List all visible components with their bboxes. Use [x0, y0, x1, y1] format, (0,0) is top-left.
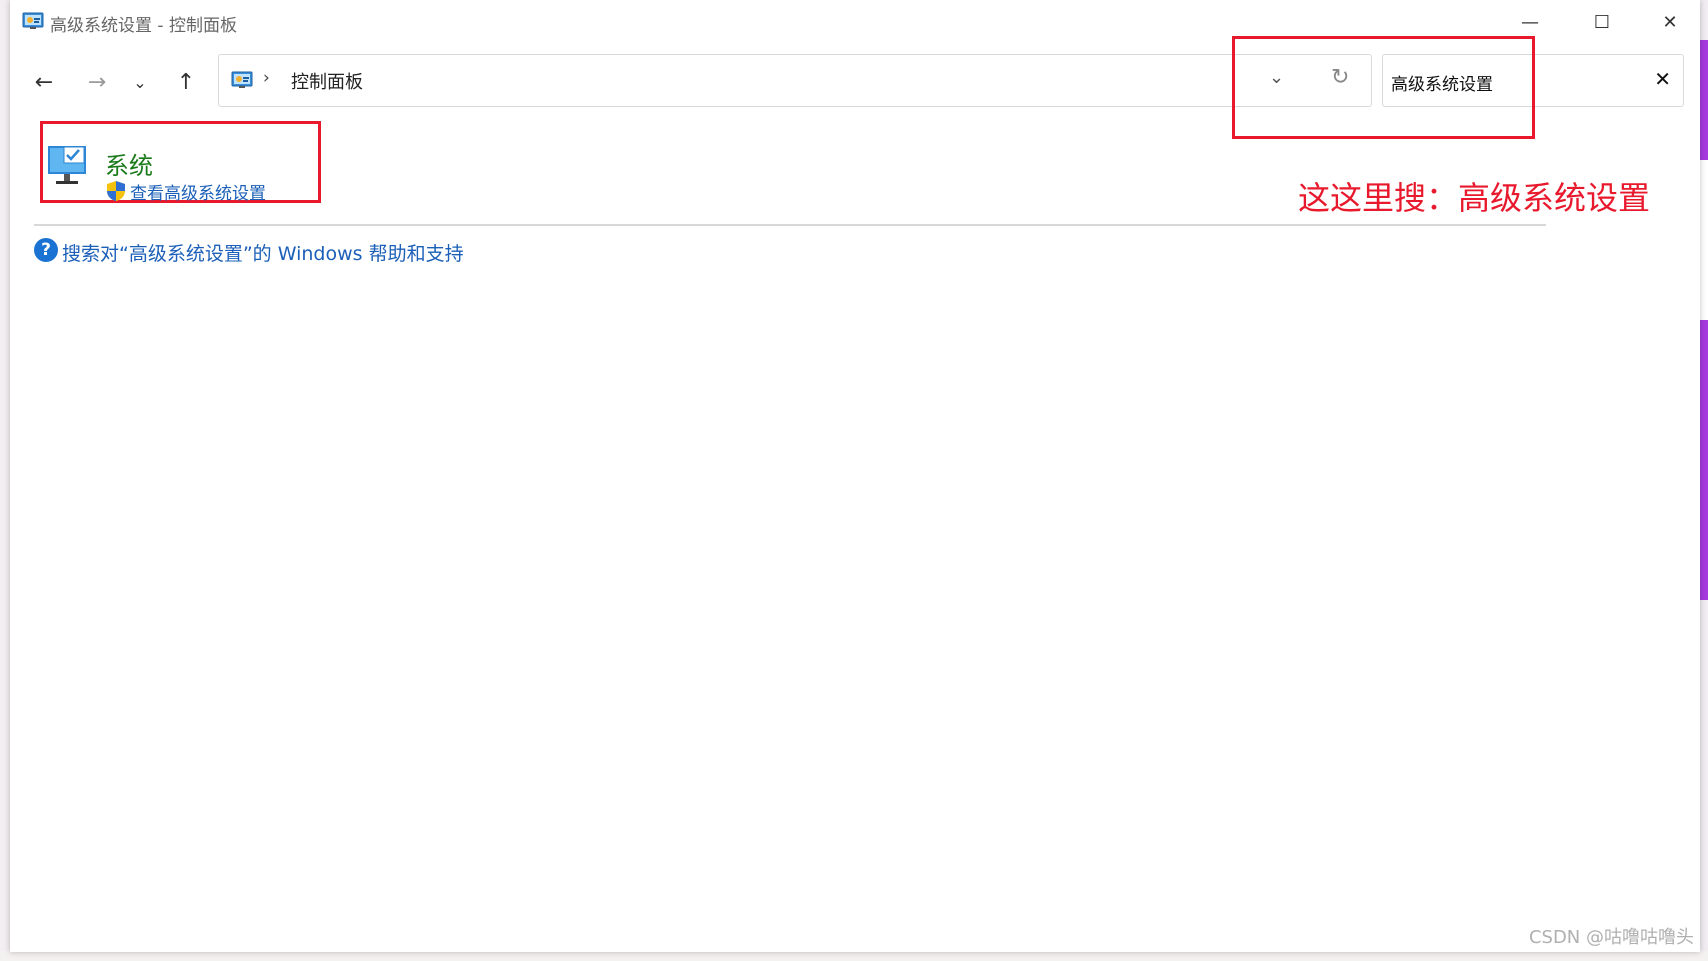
search-result-item[interactable]: 系统 查看高级系统设置	[46, 134, 346, 214]
close-button[interactable]: ✕	[1647, 6, 1693, 38]
clear-search-icon[interactable]: ✕	[1654, 67, 1671, 91]
background-page-bottom	[0, 951, 1708, 961]
window-title: 高级系统设置 - 控制面板	[50, 16, 237, 36]
control-panel-window: 高级系统设置 - 控制面板 — ☐ ✕ ← → ⌄ ↑ › 控制面板 ⌄ ↻ 高…	[10, 0, 1700, 952]
chevron-down-icon: ⌄	[133, 72, 147, 92]
forward-button[interactable]: →	[81, 66, 113, 98]
arrow-up-icon: ↑	[176, 69, 196, 95]
help-icon: ?	[34, 238, 58, 262]
help-link-text[interactable]: 搜索对“高级系统设置”的 Windows 帮助和支持	[62, 239, 464, 266]
control-panel-icon	[22, 12, 44, 29]
breadcrumb-separator-icon[interactable]: ›	[263, 68, 270, 88]
result-title-link[interactable]: 系统	[105, 146, 153, 181]
background-page-left	[0, 0, 10, 961]
arrow-right-icon: →	[87, 69, 107, 95]
minimize-icon: —	[1521, 11, 1539, 33]
view-advanced-settings-link[interactable]: 查看高级系统设置	[130, 179, 266, 204]
minimize-button[interactable]: —	[1507, 6, 1553, 38]
back-button[interactable]: ←	[28, 66, 60, 98]
divider	[34, 224, 1546, 226]
up-button[interactable]: ↑	[170, 66, 202, 98]
computer-icon	[48, 146, 86, 184]
background-accent-gap	[1700, 160, 1708, 320]
control-panel-icon	[231, 71, 253, 88]
close-icon: ✕	[1662, 11, 1678, 33]
background-accent-bar	[1700, 40, 1708, 600]
maximize-button[interactable]: ☐	[1579, 6, 1625, 38]
address-bar[interactable]: › 控制面板 ⌄ ↻	[218, 54, 1372, 107]
maximize-icon: ☐	[1593, 11, 1611, 33]
breadcrumb-control-panel[interactable]: 控制面板	[291, 68, 363, 94]
watermark: CSDN @咕噜咕噜头	[1528, 927, 1694, 948]
annotation-text: 这这里搜：高级系统设置	[1298, 179, 1651, 217]
uac-shield-icon	[107, 181, 125, 201]
arrow-left-icon: ←	[34, 69, 54, 95]
recent-locations-button[interactable]: ⌄	[124, 66, 156, 98]
search-highlight-box	[1232, 36, 1535, 139]
